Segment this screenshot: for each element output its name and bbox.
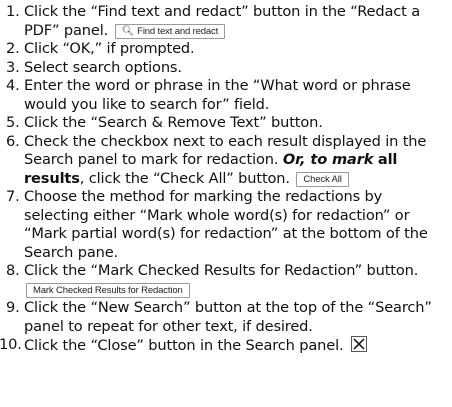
step-10: 10. Click the “Close” button in the Sear… — [0, 336, 452, 356]
step-number: 7. — [6, 188, 20, 205]
step-number: 1. — [6, 3, 20, 20]
step-8: 8. Click the “Mark Checked Results for R… — [0, 262, 452, 299]
step-text: Click “OK,” if prompted. — [24, 40, 195, 57]
step-text: Choose the method for marking the redact… — [24, 188, 428, 261]
step-number: 3. — [6, 58, 20, 76]
step-text: Click the “Close” button in the Search p… — [24, 337, 344, 354]
step-number: 8. — [6, 262, 20, 279]
instruction-list: 1. Click the “Find text and redact” butt… — [0, 3, 452, 356]
step-number: 9. — [6, 299, 20, 316]
button-label: Find text and redact — [137, 25, 219, 37]
step-1: 1. Click the “Find text and redact” butt… — [0, 3, 452, 40]
step-7: 7. Choose the method for marking the red… — [0, 188, 452, 262]
close-x-icon — [353, 338, 365, 350]
close-button[interactable] — [350, 336, 367, 352]
step-number: 6. — [6, 132, 20, 150]
mark-checked-results-button[interactable]: Mark Checked Results for Redaction — [26, 282, 190, 298]
step-text: Enter the word or phrase in the “What wo… — [24, 77, 411, 113]
step-number: 4. — [6, 77, 20, 94]
find-redact-icon: 🔍︎ — [121, 25, 135, 37]
step-number: 10. — [0, 336, 22, 353]
check-all-button[interactable]: Check All — [296, 171, 349, 187]
step-text: Click the “Mark Checked Results for Reda… — [24, 262, 419, 279]
step-text: Click the “Search & Remove Text” button. — [24, 114, 323, 131]
step-9: 9. Click the “New Search” button at the … — [0, 299, 452, 336]
step-number: 5. — [6, 114, 20, 131]
step-text: Click the “New Search” button at the top… — [24, 299, 432, 335]
step-2: 2. Click “OK,” if prompted. — [0, 40, 452, 59]
step-number: 2. — [6, 40, 20, 57]
step-3: 3. Select search options. — [0, 59, 452, 78]
step-text: Select search options. — [24, 58, 182, 76]
step-emphasis-italic: Or, to mark — [282, 151, 374, 168]
step-6: 6. Check the checkbox next to each resul… — [0, 133, 452, 189]
step-5: 5. Click the “Search & Remove Text” butt… — [0, 114, 452, 133]
find-text-and-redact-button[interactable]: 🔍︎ Find text and redact — [114, 23, 226, 39]
step-4: 4. Enter the word or phrase in the “What… — [0, 77, 452, 114]
step-text-after: , click the “Check All” button. — [79, 169, 290, 187]
